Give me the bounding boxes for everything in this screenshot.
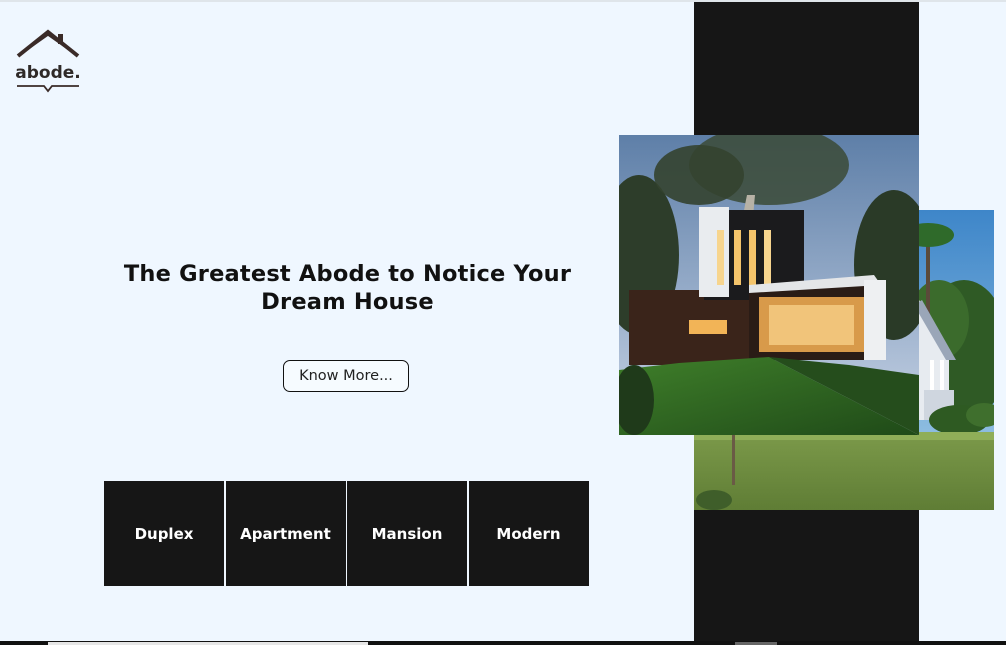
category-modern[interactable]: Modern: [468, 481, 589, 586]
category-mansion[interactable]: Mansion: [347, 481, 467, 586]
know-more-button[interactable]: Know More...: [283, 360, 409, 392]
logo-text: abode.: [15, 63, 80, 83]
hero-title: The Greatest Abode to Notice Your Dream …: [123, 261, 572, 315]
house-logo-icon: abode.: [15, 29, 81, 93]
modern-house-image: [619, 135, 919, 435]
abode-logo[interactable]: abode.: [14, 28, 82, 94]
category-apartment[interactable]: Apartment: [225, 481, 346, 586]
category-duplex[interactable]: Duplex: [104, 481, 224, 586]
modern-house-photo: [619, 135, 919, 435]
page: abode. The Greatest Abode to Notice Your…: [0, 0, 1006, 645]
category-list: Duplex Apartment Mansion Modern: [104, 481, 589, 586]
